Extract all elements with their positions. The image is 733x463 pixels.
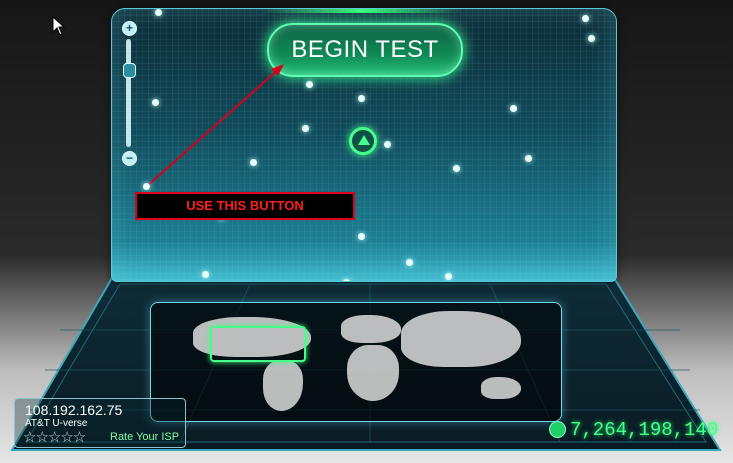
server-dot[interactable] (358, 95, 365, 102)
server-map-panel[interactable]: + − BEGIN TEST (111, 8, 617, 282)
server-dot[interactable] (525, 155, 532, 162)
map-australia (481, 377, 521, 399)
ip-address: 108.192.162.75 (25, 402, 123, 418)
server-dot[interactable] (588, 35, 595, 42)
selected-region-box (210, 326, 306, 362)
server-dot[interactable] (358, 233, 365, 240)
server-dot[interactable] (343, 279, 350, 281)
rate-isp-link[interactable]: Rate Your ISP (110, 431, 179, 443)
server-dot[interactable] (152, 99, 159, 106)
map-south-america (263, 361, 303, 411)
globe-icon (549, 421, 566, 438)
server-dot[interactable] (155, 9, 162, 16)
server-dot[interactable] (582, 15, 589, 22)
cursor-icon (52, 16, 66, 36)
server-dot[interactable] (384, 141, 391, 148)
map-europe (341, 315, 401, 343)
server-dot[interactable] (306, 81, 313, 88)
begin-test-button[interactable]: BEGIN TEST (267, 23, 463, 77)
map-africa (347, 345, 399, 401)
server-dot[interactable] (202, 271, 209, 278)
zoom-out-icon[interactable]: − (122, 151, 137, 166)
zoom-slider-thumb[interactable] (123, 63, 136, 78)
map-asia (401, 311, 521, 367)
server-marker-icon[interactable] (349, 127, 377, 155)
zoom-slider-track[interactable] (126, 39, 131, 147)
user-location-dot[interactable] (143, 183, 150, 190)
server-dot[interactable] (406, 259, 413, 266)
use-this-button-callout: USE THIS BUTTON (135, 192, 355, 220)
world-map[interactable] (150, 302, 562, 422)
server-dot[interactable] (250, 159, 257, 166)
server-dot[interactable] (510, 105, 517, 112)
server-dot[interactable] (302, 125, 309, 132)
zoom-in-icon[interactable]: + (122, 21, 137, 36)
tests-counter: 7,264,198,140 (570, 419, 719, 441)
panel-top-glow (262, 9, 462, 13)
server-dot[interactable] (445, 273, 452, 280)
isp-rating-stars[interactable]: ☆☆☆☆☆ (23, 428, 86, 446)
server-dot[interactable] (453, 165, 460, 172)
